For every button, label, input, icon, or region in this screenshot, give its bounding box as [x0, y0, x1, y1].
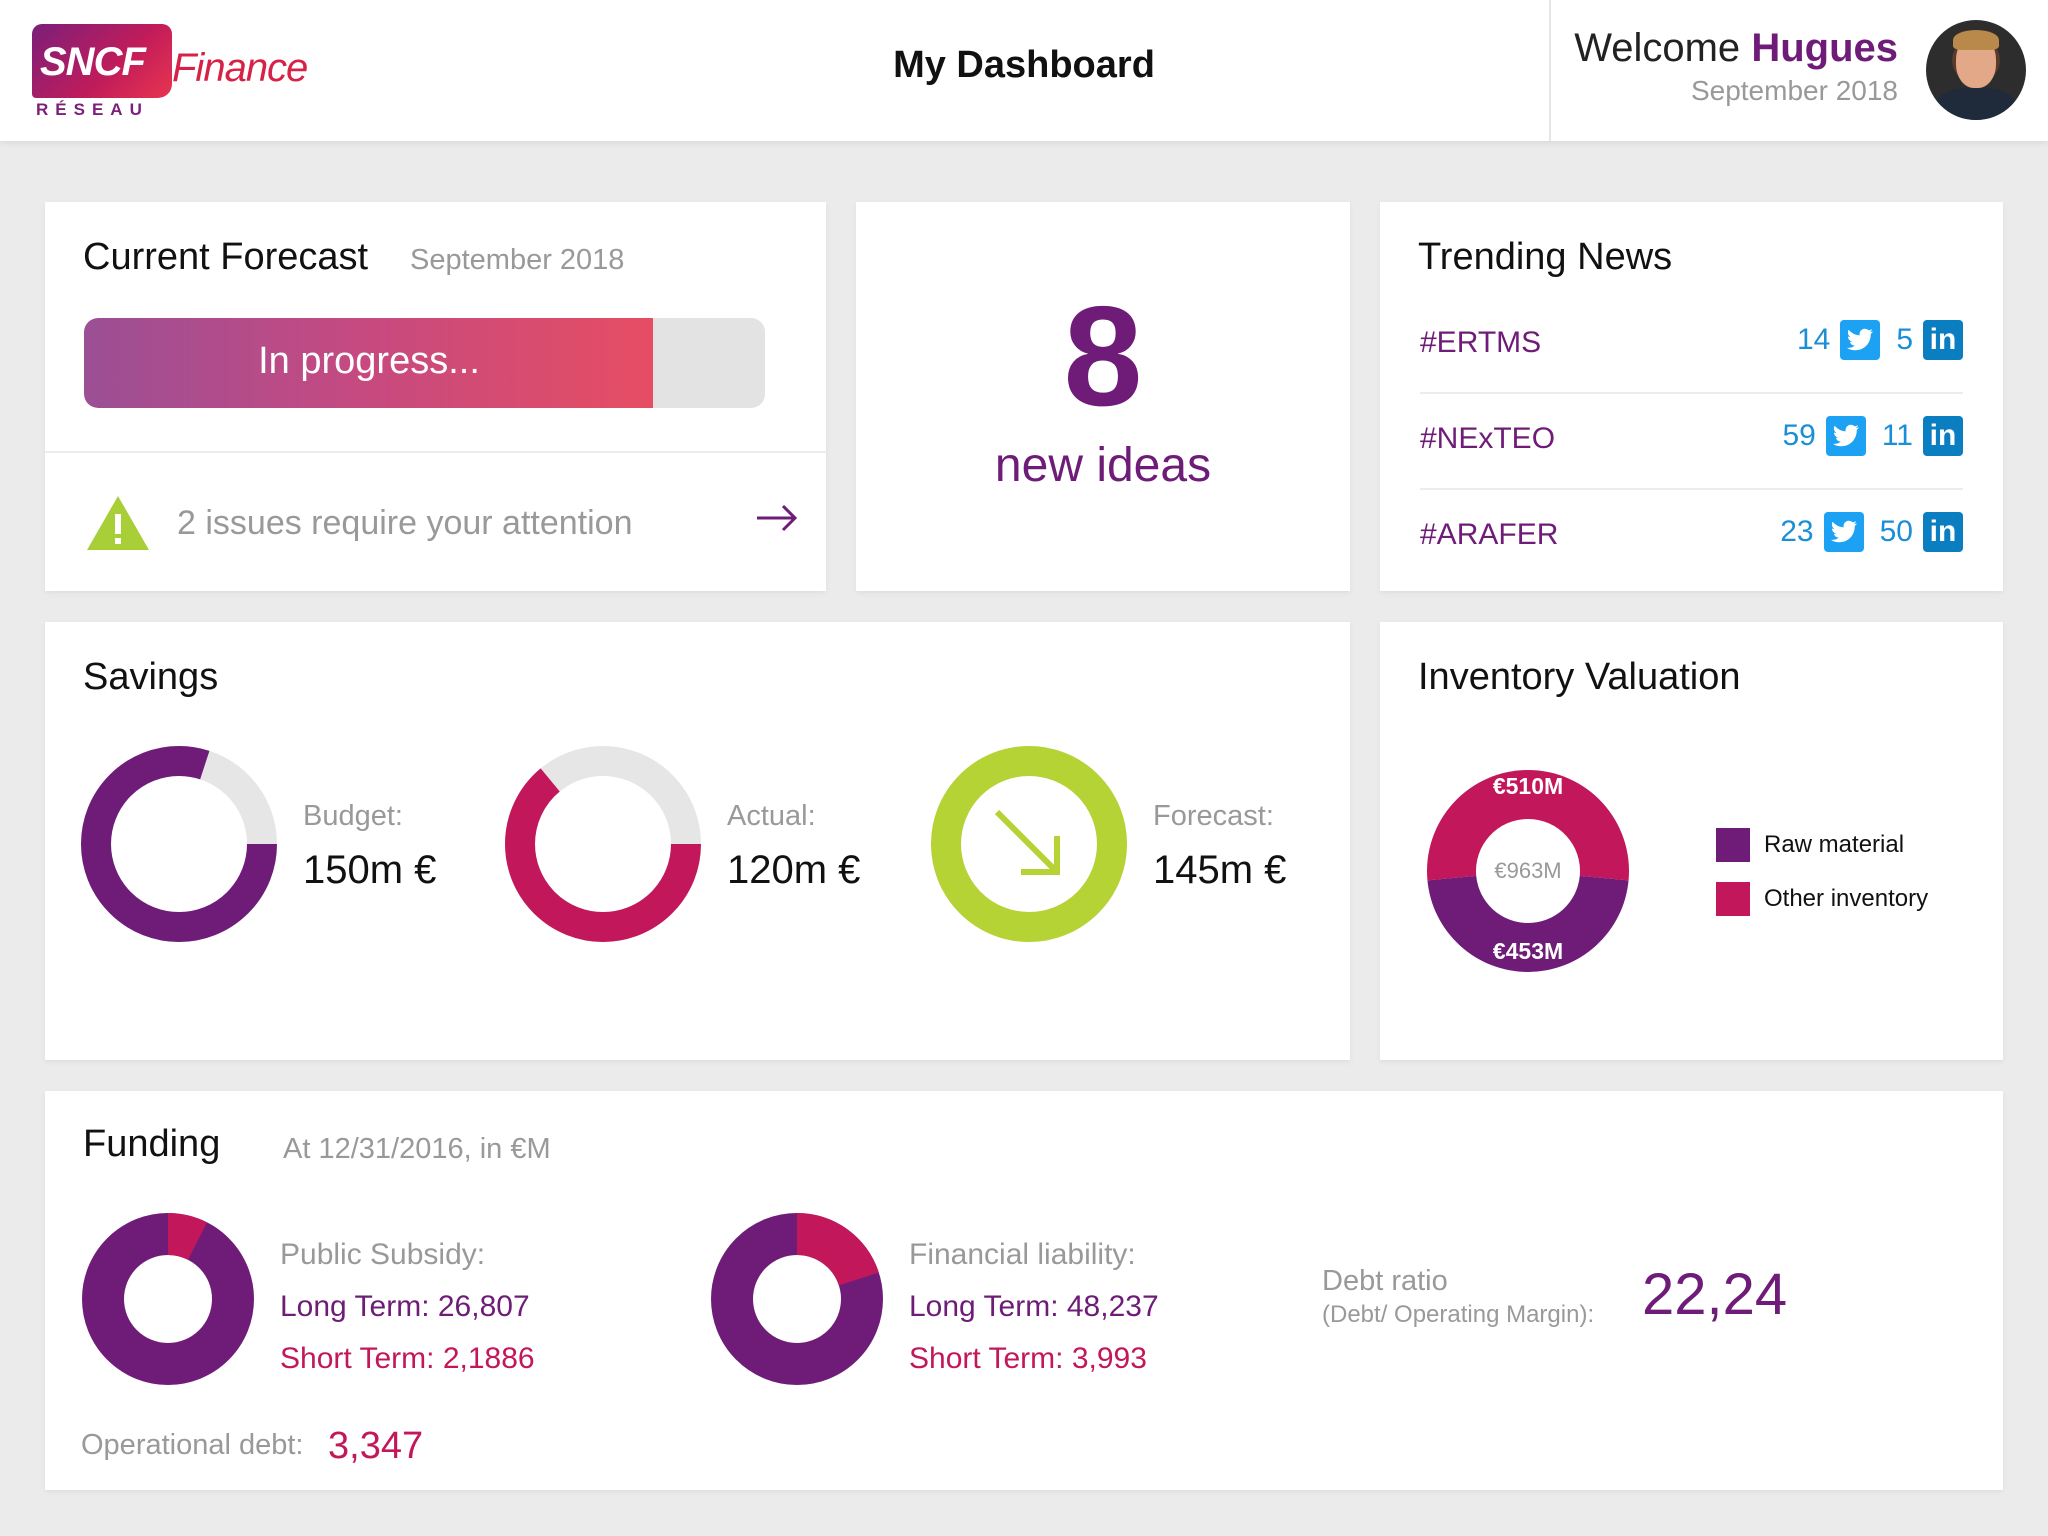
- funding-title: Funding: [83, 1123, 221, 1165]
- savings-title: Savings: [83, 656, 219, 698]
- inventory-total: €963M: [1494, 858, 1561, 883]
- news-title: Trending News: [1418, 236, 1673, 278]
- news-stats: 59 11 in: [1782, 416, 1963, 456]
- sncf-finance-logo[interactable]: SNCF Finance RÉSEAU: [32, 24, 332, 124]
- forecast-divider: [45, 451, 826, 453]
- header-divider: [1549, 0, 1551, 141]
- other-inventory-value: €510M: [1493, 773, 1563, 799]
- legend-label: Raw material: [1764, 831, 1905, 858]
- news-tag: #ARAFER: [1420, 518, 1559, 551]
- financial-liability-text: Financial liability: Long Term: 48,237 S…: [909, 1229, 1159, 1385]
- news-item-ertms[interactable]: #ERTMS 14 5 in: [1420, 298, 1963, 394]
- user-name: Hugues: [1751, 26, 1898, 70]
- arrow-right-icon[interactable]: [755, 500, 799, 536]
- twitter-count: 23: [1780, 515, 1814, 548]
- financial-liability-long-term: Long Term: 48,237: [909, 1290, 1159, 1323]
- legend-raw-material: Raw material: [1716, 828, 1928, 862]
- linkedin-count: 11: [1881, 419, 1913, 452]
- news-item-nexteo[interactable]: #NExTEO 59 11 in: [1420, 394, 1963, 490]
- public-subsidy-donut: [82, 1213, 254, 1385]
- linkedin-count: 50: [1879, 515, 1913, 548]
- progress-status: In progress...: [258, 340, 480, 382]
- trending-news-card: Trending News #ERTMS 14 5 in #NExTEO 59 …: [1380, 202, 2003, 591]
- linkedin-icon[interactable]: in: [1923, 512, 1963, 552]
- linkedin-count: 5: [1896, 323, 1913, 356]
- budget-value: 150m €: [303, 848, 437, 892]
- header-date: September 2018: [1690, 75, 1898, 106]
- debt-ratio-value: 22,24: [1642, 1262, 1788, 1327]
- legend-label: Other inventory: [1764, 885, 1929, 912]
- funding-subtitle: At 12/31/2016, in €M: [283, 1133, 551, 1165]
- forecast-donut: [931, 746, 1127, 942]
- actual-value: 120m €: [727, 848, 861, 892]
- financial-liability-donut: [711, 1213, 883, 1385]
- news-tag: #NExTEO: [1420, 422, 1556, 455]
- budget-label: Budget:: [303, 800, 403, 832]
- news-tag: #ERTMS: [1420, 326, 1542, 359]
- news-stats: 23 50 in: [1780, 512, 1963, 552]
- new-ideas-card[interactable]: 8 new ideas: [856, 202, 1350, 591]
- logo-brand: SNCF: [40, 40, 146, 84]
- top-header: SNCF Finance RÉSEAU My Dashboard Welcome…: [0, 0, 2048, 141]
- news-item-arafer[interactable]: #ARAFER 23 50 in: [1420, 490, 1963, 586]
- forecast-label: Forecast:: [1153, 800, 1274, 832]
- forecast-value: 145m €: [1153, 848, 1287, 892]
- financial-liability-short-term: Short Term: 3,993: [909, 1342, 1147, 1375]
- public-subsidy-short-term: Short Term: 2,1886: [280, 1342, 535, 1375]
- linkedin-icon[interactable]: in: [1923, 320, 1963, 360]
- inventory-valuation-card: Inventory Valuation €510M €963M €453M Ra…: [1380, 622, 2003, 1060]
- debt-ratio-label: Debt ratio: [1322, 1265, 1448, 1297]
- ideas-label: new ideas: [994, 439, 1212, 492]
- financial-liability-label: Financial liability:: [909, 1238, 1136, 1271]
- actual-label: Actual:: [727, 800, 816, 832]
- public-subsidy-label: Public Subsidy:: [280, 1238, 486, 1271]
- legend-swatch: [1716, 828, 1750, 862]
- legend-other-inventory: Other inventory: [1716, 882, 1928, 916]
- inventory-legend: Raw material Other inventory: [1716, 828, 1928, 936]
- twitter-icon[interactable]: [1825, 416, 1866, 456]
- actual-donut: [505, 746, 701, 942]
- avatar-suit: [1934, 88, 2018, 120]
- forecast-title: Current Forecast: [83, 236, 369, 278]
- public-subsidy-long-term: Long Term: 26,807: [280, 1290, 530, 1323]
- forecast-date: September 2018: [410, 244, 625, 276]
- budget-donut: [81, 746, 277, 942]
- twitter-icon[interactable]: [1840, 320, 1881, 360]
- news-stats: 14 5 in: [1797, 320, 1963, 360]
- operational-debt-value: 3,347: [328, 1425, 424, 1467]
- avatar-hair: [1953, 30, 1999, 50]
- linkedin-icon[interactable]: in: [1923, 416, 1963, 456]
- welcome-block: Welcome Hugues September 2018: [1574, 26, 1898, 107]
- twitter-count: 14: [1796, 323, 1831, 356]
- debt-ratio-sublabel: (Debt/ Operating Margin):: [1322, 1301, 1595, 1328]
- avatar[interactable]: [1926, 20, 2026, 120]
- raw-material-value: €453M: [1493, 938, 1563, 964]
- public-subsidy-text: Public Subsidy: Long Term: 26,807 Short …: [280, 1229, 535, 1385]
- ideas-count: 8: [1063, 277, 1143, 436]
- arrow-down-right-icon: [994, 809, 1060, 875]
- inventory-donut: €510M €963M €453M: [1427, 770, 1629, 973]
- funding-card: Funding At 12/31/2016, in €M Public Subs…: [45, 1091, 2003, 1490]
- current-forecast-card: Current Forecast September 2018 In progr…: [45, 202, 826, 591]
- twitter-count: 59: [1782, 419, 1816, 452]
- logo-product: Finance: [172, 46, 308, 90]
- savings-card: Savings Budget: 150m € Actual: 120m € Fo…: [45, 622, 1350, 1060]
- legend-swatch: [1716, 882, 1750, 916]
- welcome-line: Welcome Hugues: [1574, 26, 1898, 71]
- welcome-prefix: Welcome: [1574, 26, 1741, 70]
- logo-division: RÉSEAU: [36, 100, 149, 119]
- warning-icon: [87, 496, 149, 550]
- twitter-icon[interactable]: [1823, 512, 1864, 552]
- operational-debt-label: Operational debt:: [81, 1429, 304, 1461]
- long-term-arc: [82, 1213, 254, 1385]
- issues-link-text[interactable]: 2 issues require your attention: [177, 504, 632, 543]
- inventory-title: Inventory Valuation: [1418, 656, 1741, 698]
